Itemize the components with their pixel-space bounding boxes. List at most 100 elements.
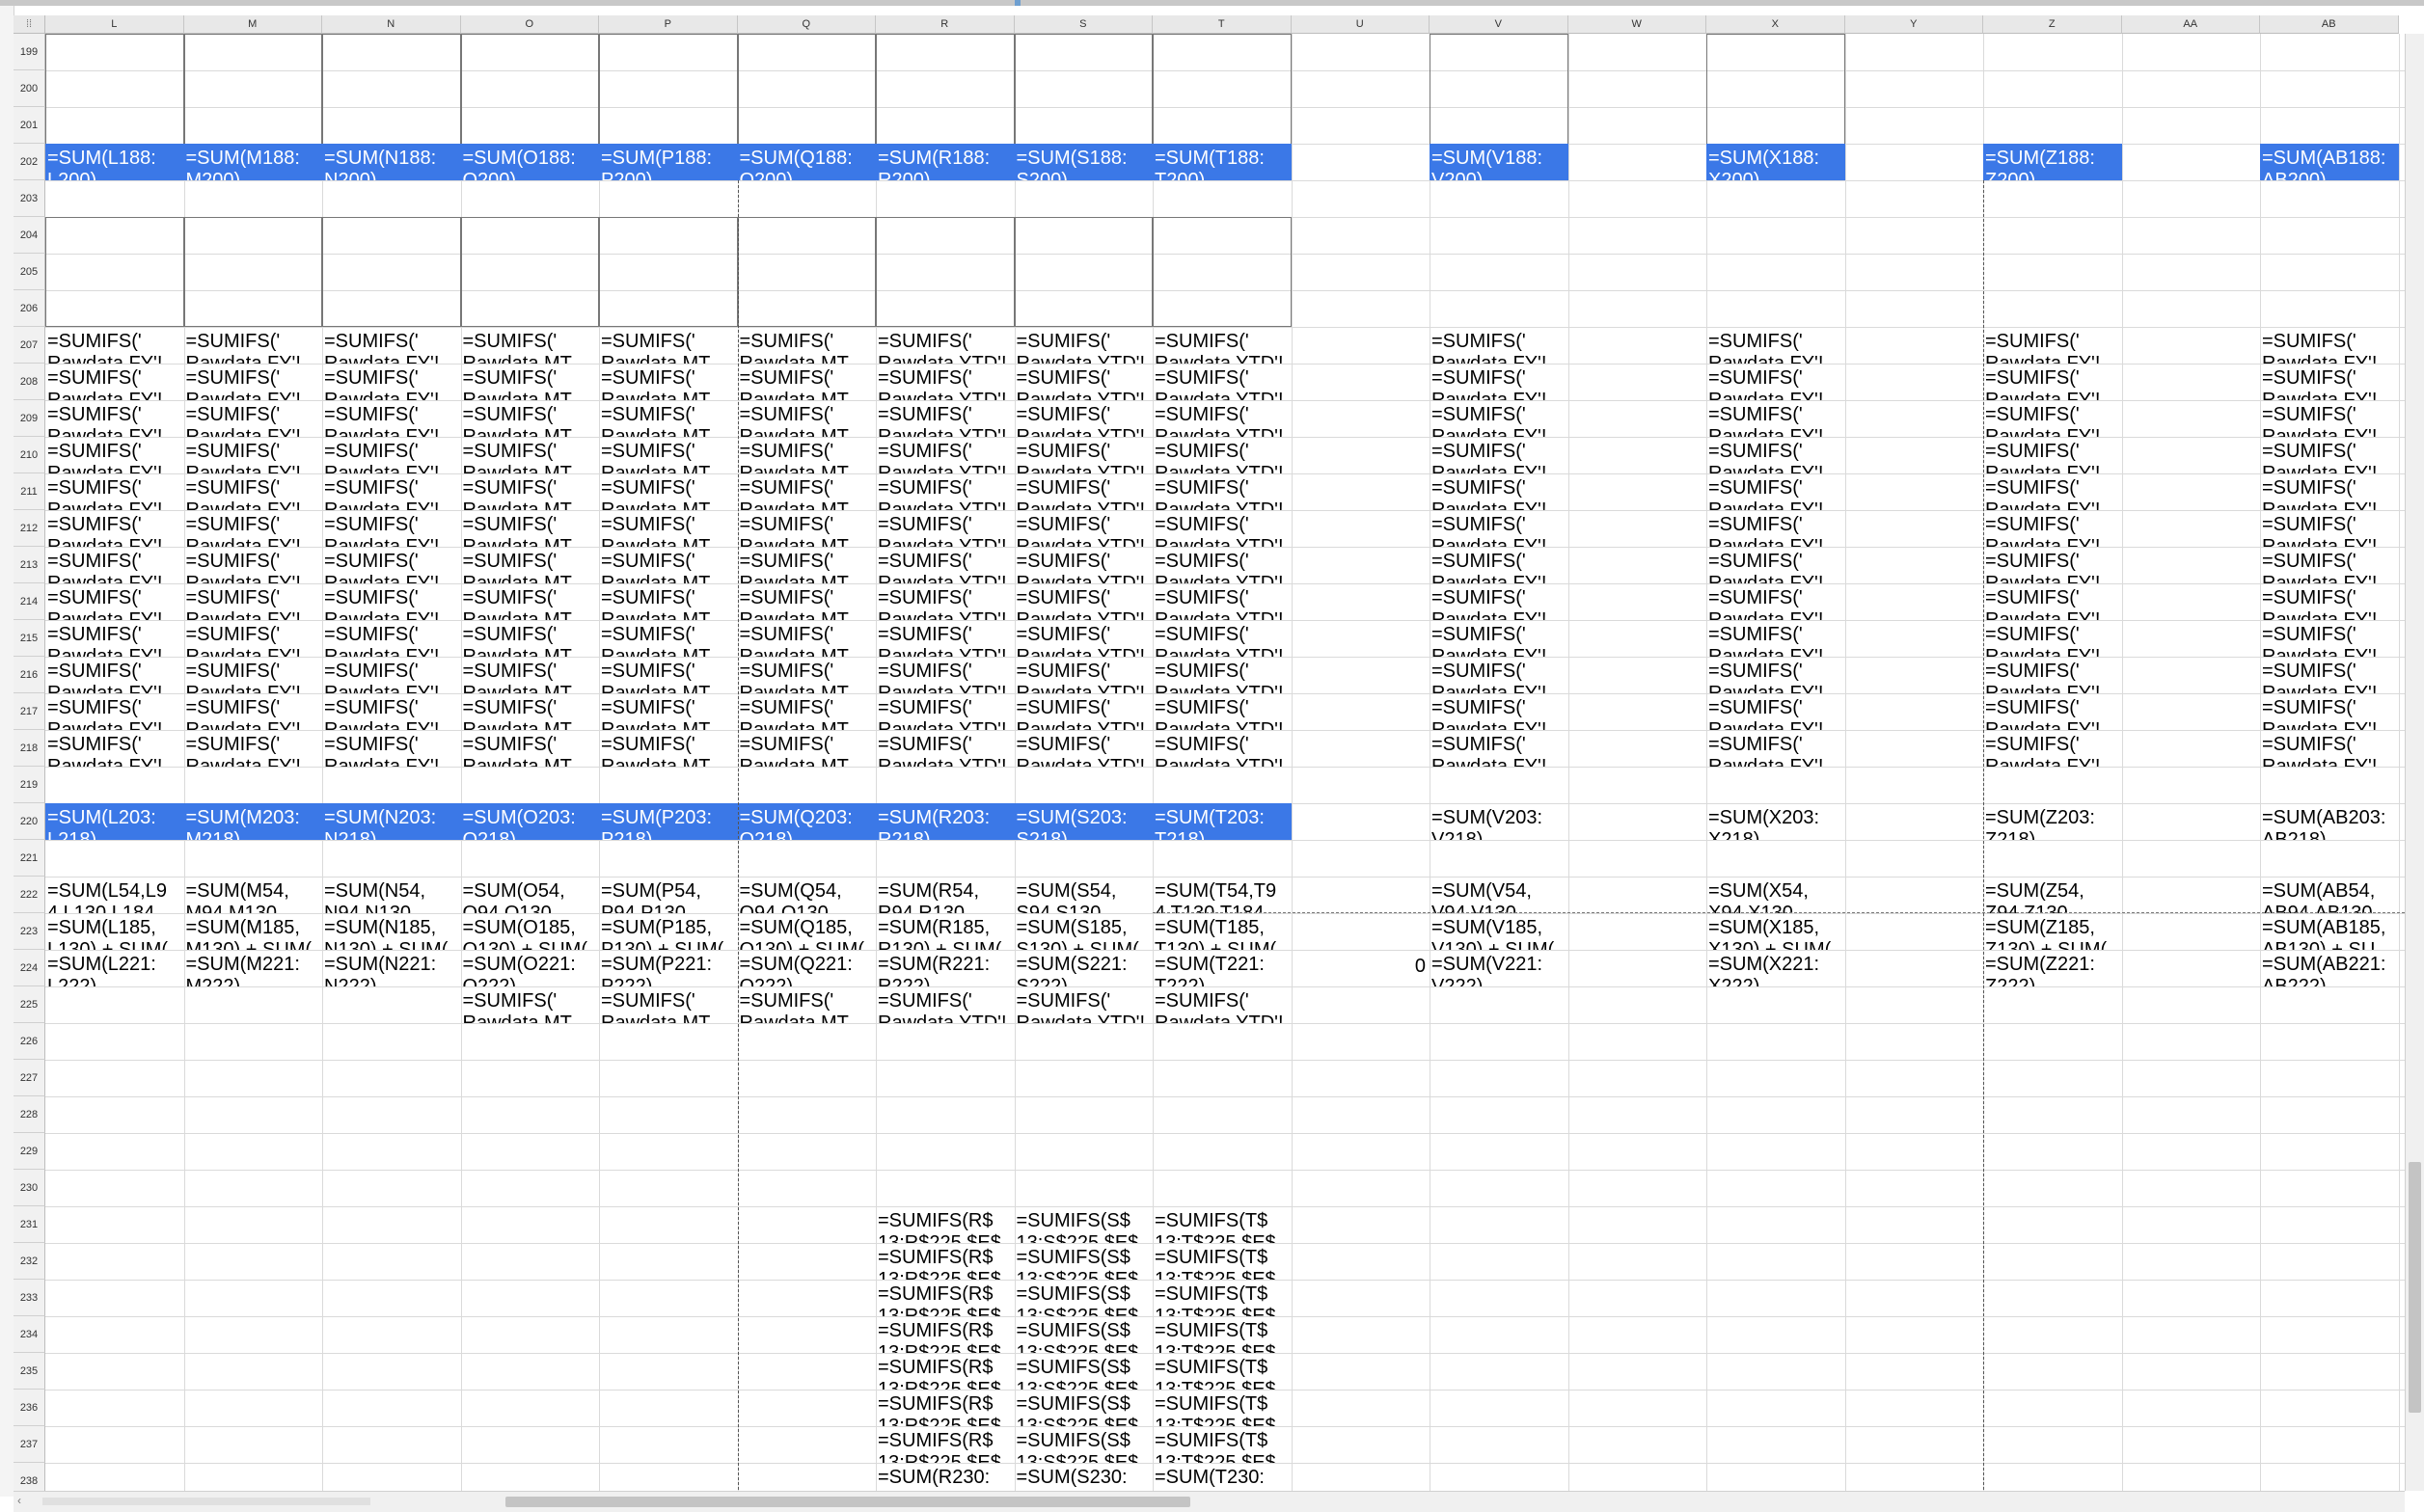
cell-q220[interactable]: =SUM(Q203: Q218) (737, 803, 876, 840)
cell-m209[interactable]: =SUMIFS(' Rawdata FY'! (184, 400, 323, 437)
cell-t213[interactable]: =SUMIFS(' Rawdata YTD'! (1153, 547, 1292, 583)
row-header-223[interactable]: 223 (14, 913, 45, 950)
cell-p223[interactable]: =SUM(P185, P130) + SUM( (599, 913, 738, 950)
cell-t234[interactable]: =SUMIFS(T$ 13:T$225,$E$ (1153, 1316, 1292, 1353)
cell-q209[interactable]: =SUMIFS(' Rawdata MT (738, 400, 877, 437)
cell-o212[interactable]: =SUMIFS(' Rawdata MT (461, 510, 600, 547)
cell-o217[interactable]: =SUMIFS(' Rawdata MT (461, 693, 600, 730)
cell-ab223[interactable]: =SUM(AB185, AB130) + SU (2260, 913, 2399, 950)
cell-o207[interactable]: =SUMIFS(' Rawdata MT (461, 327, 600, 364)
cell-t209[interactable]: =SUMIFS(' Rawdata YTD'! (1153, 400, 1292, 437)
cell-v208[interactable]: =SUMIFS(' Rawdata FY'! (1430, 364, 1568, 400)
column-header-x[interactable]: X (1706, 15, 1845, 34)
cell-ab214[interactable]: =SUMIFS(' Rawdata FY'! (2260, 583, 2399, 620)
cell-l209[interactable]: =SUMIFS(' Rawdata FY'! (45, 400, 184, 437)
cell-o202[interactable]: =SUM(O188: O200) (460, 144, 599, 180)
cell-o218[interactable]: =SUMIFS(' Rawdata MT (461, 730, 600, 767)
cell-z207[interactable]: =SUMIFS(' Rawdata FY'! (1983, 327, 2122, 364)
cell-n223[interactable]: =SUM(N185, N130) + SUM( (322, 913, 461, 950)
cell-m223[interactable]: =SUM(M185, M130) + SUM( (184, 913, 323, 950)
cell-m220[interactable]: =SUM(M203: M218) (183, 803, 322, 840)
cell-r209[interactable]: =SUMIFS(' Rawdata YTD'! (876, 400, 1015, 437)
cell-s220[interactable]: =SUM(S203: S218) (1014, 803, 1153, 840)
cell-m212[interactable]: =SUMIFS(' Rawdata FY'! (184, 510, 323, 547)
cell-s218[interactable]: =SUMIFS(' Rawdata YTD'! (1015, 730, 1154, 767)
cell-t217[interactable]: =SUMIFS(' Rawdata YTD'! (1153, 693, 1292, 730)
cell-t207[interactable]: =SUMIFS(' Rawdata YTD'! (1153, 327, 1292, 364)
cell-s225[interactable]: =SUMIFS(' Rawdata YTD'! (1015, 986, 1154, 1023)
vertical-scroll-thumb[interactable] (2409, 1162, 2421, 1413)
cell-p212[interactable]: =SUMIFS(' Rawdata MT (599, 510, 738, 547)
row-header-221[interactable]: 221 (14, 840, 45, 877)
cell-m207[interactable]: =SUMIFS(' Rawdata FY'! (184, 327, 323, 364)
cell-q211[interactable]: =SUMIFS(' Rawdata MT (738, 473, 877, 510)
row-header-203[interactable]: 203 (14, 180, 45, 217)
cell-r222[interactable]: =SUM(R54, R94,R130 (876, 877, 1015, 913)
cell-o225[interactable]: =SUMIFS(' Rawdata MT (461, 986, 600, 1023)
cell-v222[interactable]: =SUM(V54, V94,V130 (1430, 877, 1568, 913)
cell-ab202[interactable]: =SUM(AB188: AB200) (2260, 144, 2399, 180)
cell-q207[interactable]: =SUMIFS(' Rawdata MT (738, 327, 877, 364)
cell-x209[interactable]: =SUMIFS(' Rawdata FY'! (1706, 400, 1845, 437)
row-header-217[interactable]: 217 (14, 693, 45, 730)
cell-s217[interactable]: =SUMIFS(' Rawdata YTD'! (1015, 693, 1154, 730)
horizontal-scroll-thumb[interactable] (505, 1497, 1190, 1507)
cell-m216[interactable]: =SUMIFS(' Rawdata FY'! (184, 657, 323, 693)
cell-t220[interactable]: =SUM(T203: T218) (1153, 803, 1292, 840)
cell-z208[interactable]: =SUMIFS(' Rawdata FY'! (1983, 364, 2122, 400)
row-header-200[interactable]: 200 (14, 70, 45, 107)
cell-l211[interactable]: =SUMIFS(' Rawdata FY'! (45, 473, 184, 510)
cell-n217[interactable]: =SUMIFS(' Rawdata FY'! (322, 693, 461, 730)
cell-m202[interactable]: =SUM(M188: M200) (183, 144, 322, 180)
cell-t223[interactable]: =SUM(T185, T130) + SUM( (1153, 913, 1292, 950)
cell-r202[interactable]: =SUM(R188: R200) (876, 144, 1015, 180)
cell-v224[interactable]: =SUM(V221: V222) (1430, 950, 1568, 986)
row-header-202[interactable]: 202 (14, 144, 45, 180)
cell-t211[interactable]: =SUMIFS(' Rawdata YTD'! (1153, 473, 1292, 510)
row-header-209[interactable]: 209 (14, 400, 45, 437)
cell-l223[interactable]: =SUM(L185, L130) + SUM( (45, 913, 184, 950)
cell-x210[interactable]: =SUMIFS(' Rawdata FY'! (1706, 437, 1845, 473)
cell-n202[interactable]: =SUM(N188: N200) (322, 144, 461, 180)
cell-m208[interactable]: =SUMIFS(' Rawdata FY'! (184, 364, 323, 400)
cell-z212[interactable]: =SUMIFS(' Rawdata FY'! (1983, 510, 2122, 547)
cell-r231[interactable]: =SUMIFS(R$ 13:R$225,$E$ (876, 1206, 1015, 1243)
cell-z222[interactable]: =SUM(Z54, Z94,Z130 (1983, 877, 2122, 913)
cell-z210[interactable]: =SUMIFS(' Rawdata FY'! (1983, 437, 2122, 473)
cell-n212[interactable]: =SUMIFS(' Rawdata FY'! (322, 510, 461, 547)
cell-t208[interactable]: =SUMIFS(' Rawdata YTD'! (1153, 364, 1292, 400)
cell-r213[interactable]: =SUMIFS(' Rawdata YTD'! (876, 547, 1015, 583)
cell-p214[interactable]: =SUMIFS(' Rawdata MT (599, 583, 738, 620)
cell-m218[interactable]: =SUMIFS(' Rawdata FY'! (184, 730, 323, 767)
cell-x220[interactable]: =SUM(X203: X218) (1706, 803, 1845, 840)
column-header-s[interactable]: S (1014, 15, 1153, 34)
cell-p220[interactable]: =SUM(P203: P218) (599, 803, 738, 840)
cell-r214[interactable]: =SUMIFS(' Rawdata YTD'! (876, 583, 1015, 620)
cell-r208[interactable]: =SUMIFS(' Rawdata YTD'! (876, 364, 1015, 400)
cell-s236[interactable]: =SUMIFS(S$ 13:S$225,$E$ (1015, 1390, 1154, 1426)
cell-o215[interactable]: =SUMIFS(' Rawdata MT (461, 620, 600, 657)
cell-t231[interactable]: =SUMIFS(T$ 13:T$225,$E$ (1153, 1206, 1292, 1243)
row-header-212[interactable]: 212 (14, 510, 45, 547)
cell-m222[interactable]: =SUM(M54, M94,M130 (184, 877, 323, 913)
cell-z214[interactable]: =SUMIFS(' Rawdata FY'! (1983, 583, 2122, 620)
cell-q208[interactable]: =SUMIFS(' Rawdata MT (738, 364, 877, 400)
cell-s216[interactable]: =SUMIFS(' Rawdata YTD'! (1015, 657, 1154, 693)
cell-p215[interactable]: =SUMIFS(' Rawdata MT (599, 620, 738, 657)
cell-n209[interactable]: =SUMIFS(' Rawdata FY'! (322, 400, 461, 437)
cell-ab211[interactable]: =SUMIFS(' Rawdata FY'! (2260, 473, 2399, 510)
cell-s210[interactable]: =SUMIFS(' Rawdata YTD'! (1015, 437, 1154, 473)
row-header-233[interactable]: 233 (14, 1280, 45, 1316)
cell-ab220[interactable]: =SUM(AB203: AB218) (2260, 803, 2399, 840)
cell-ab212[interactable]: =SUMIFS(' Rawdata FY'! (2260, 510, 2399, 547)
cell-r210[interactable]: =SUMIFS(' Rawdata YTD'! (876, 437, 1015, 473)
cell-l220[interactable]: =SUM(L203: L218) (45, 803, 184, 840)
cell-q213[interactable]: =SUMIFS(' Rawdata MT (738, 547, 877, 583)
cell-ab207[interactable]: =SUMIFS(' Rawdata FY'! (2260, 327, 2399, 364)
cell-ab208[interactable]: =SUMIFS(' Rawdata FY'! (2260, 364, 2399, 400)
row-header-218[interactable]: 218 (14, 730, 45, 767)
cell-o216[interactable]: =SUMIFS(' Rawdata MT (461, 657, 600, 693)
cell-o224[interactable]: =SUM(O221: O222) (461, 950, 600, 986)
cell-t210[interactable]: =SUMIFS(' Rawdata YTD'! (1153, 437, 1292, 473)
cell-o210[interactable]: =SUMIFS(' Rawdata MT (461, 437, 600, 473)
